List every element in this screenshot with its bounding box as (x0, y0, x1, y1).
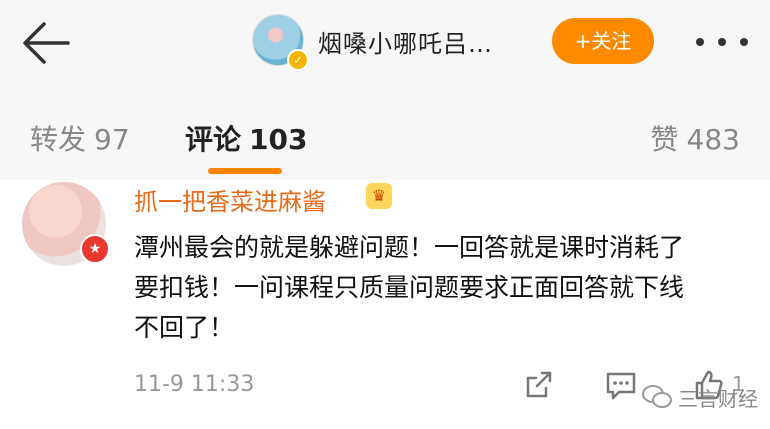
tab-repost[interactable]: 转发 97 (30, 118, 130, 158)
top-bar: ✓ 烟嗓小哪吒吕… +关注 (0, 0, 770, 88)
tab-repost-label: 转发 (30, 123, 87, 156)
back-button[interactable] (18, 18, 78, 68)
comment-text: 潭州最会的就是躲避问题！一回答就是课时消耗了要扣钱！一问课程只质量问题要求正面回… (134, 233, 685, 342)
share-icon (526, 371, 552, 398)
tab-comment-label: 评论 (185, 123, 242, 156)
tab-like-label: 赞 (650, 123, 679, 156)
follow-button[interactable]: +关注 (552, 18, 654, 64)
active-tab-indicator (208, 168, 282, 174)
comment-icon (606, 372, 636, 400)
share-button[interactable] (522, 368, 556, 402)
tab-comment-count: 103 (249, 123, 308, 156)
more-icon (696, 38, 748, 46)
back-arrow-icon (23, 22, 70, 64)
profile-name[interactable]: 烟嗓小哪吒吕… (318, 24, 493, 59)
comment-time: 11-9 11:33 (134, 372, 255, 397)
watermark-text: 三言财经 (678, 387, 758, 411)
tab-like[interactable]: 赞 483 (651, 118, 740, 158)
user-badge-icon: ★ (80, 234, 110, 264)
tab-comment[interactable]: 评论 103 (185, 118, 307, 158)
verified-icon: ✓ (287, 49, 309, 71)
commenter-username[interactable]: 抓一把香菜进麻酱 (134, 182, 326, 217)
crown-badge-icon: ♛ (366, 183, 392, 209)
tab-repost-count: 97 (94, 123, 130, 156)
more-button[interactable] (694, 30, 750, 54)
wechat-icon (642, 385, 672, 408)
tab-like-count: 483 (686, 123, 740, 156)
reply-button[interactable] (604, 368, 638, 402)
tab-bar: 转发 97 评论 103 赞 483 (0, 88, 770, 180)
